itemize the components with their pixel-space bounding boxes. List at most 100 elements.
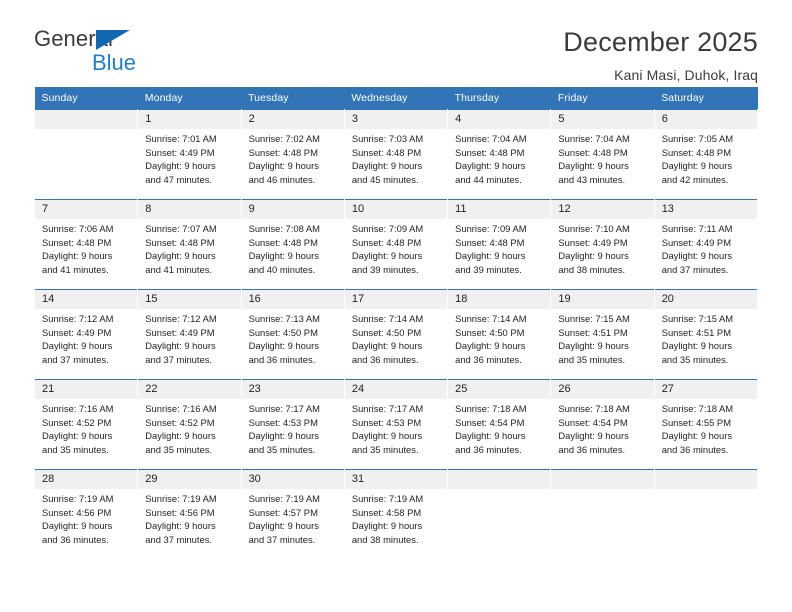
day-details: Sunrise: 7:18 AM Sunset: 4:54 PM Daylight:… (551, 399, 653, 456)
calendar-day-cell[interactable]: 31 Sunrise: 7:19 AM Sunset: 4:58 PM Dayligh… (343, 469, 449, 559)
daylight-text-line2: and 36 minutes. (42, 533, 109, 545)
calendar-day-cell[interactable]: 21 Sunrise: 7:16 AM Sunset: 4:52 PM Dayligh… (33, 379, 139, 470)
sunrise-text: Sunrise: 7:17 AM (248, 403, 320, 414)
calendar-day-cell[interactable]: 15 Sunrise: 7:12 AM Sunset: 4:49 PM Dayligh… (137, 289, 242, 380)
calendar-day-cell[interactable]: 20 Sunrise: 7:15 AM Sunset: 4:51 PM Dayligh… (653, 289, 759, 380)
page-title: December 2025 (563, 27, 758, 57)
sunset-text: Sunset: 4:52 PM (145, 416, 215, 428)
generalblue-logo[interactable]: General Blue (34, 28, 154, 76)
calendar-day-cell[interactable]: 29 Sunrise: 7:19 AM Sunset: 4:56 PM Dayligh… (137, 469, 242, 559)
day-number: 21 (35, 380, 138, 399)
daylight-text-line1: Daylight: 9 hours (661, 340, 733, 352)
sunrise-text: Sunrise: 7:08 AM (248, 223, 320, 234)
calendar-day-cell[interactable]: 8 Sunrise: 7:07 AM Sunset: 4:48 PM Daylight… (137, 199, 242, 290)
sunrise-text: Sunrise: 7:17 AM (351, 403, 424, 414)
day-number: 23 (241, 380, 344, 399)
day-number: 12 (551, 200, 654, 219)
sunset-text: Sunset: 4:48 PM (42, 236, 112, 248)
day-details: Sunrise: 7:05 AM Sunset: 4:48 PM Daylight:… (655, 129, 757, 186)
sunrise-text: Sunrise: 7:05 AM (661, 133, 734, 144)
calendar-day-cell[interactable]: 22 Sunrise: 7:16 AM Sunset: 4:52 PM Dayligh… (137, 379, 242, 470)
calendar-day-cell[interactable]: 14 Sunrise: 7:12 AM Sunset: 4:49 PM Dayligh… (33, 289, 139, 380)
daylight-text-line1: Daylight: 9 hours (455, 340, 526, 352)
daylight-text-line2: and 35 minutes. (248, 443, 316, 455)
calendar-day-cell[interactable]: 26 Sunrise: 7:18 AM Sunset: 4:54 PM Dayligh… (550, 379, 655, 470)
daylight-text-line2: and 44 minutes. (455, 173, 522, 185)
calendar-day-cell[interactable]: 23 Sunrise: 7:17 AM Sunset: 4:53 PM Dayligh… (240, 379, 345, 470)
sunrise-text: Sunrise: 7:02 AM (248, 133, 320, 144)
calendar-day-cell[interactable]: 3 Sunrise: 7:03 AM Sunset: 4:48 PM Daylight… (343, 109, 449, 200)
calendar-day-cell[interactable]: 24 Sunrise: 7:17 AM Sunset: 4:53 PM Dayligh… (343, 379, 449, 470)
calendar-day-cell[interactable]: 12 Sunrise: 7:10 AM Sunset: 4:49 PM Dayligh… (550, 199, 655, 290)
calendar-day-cell[interactable]: 2 Sunrise: 7:02 AM Sunset: 4:48 PM Daylight… (240, 109, 345, 200)
sunset-text: Sunset: 4:58 PM (351, 506, 422, 518)
page-header: General Blue December 2025 Kani Masi, Du… (0, 0, 792, 82)
sunrise-text: Sunrise: 7:14 AM (351, 313, 424, 324)
calendar-day-cell-empty (653, 469, 759, 559)
daylight-text-line1: Daylight: 9 hours (248, 160, 319, 172)
calendar-day-cell[interactable]: 1 Sunrise: 7:01 AM Sunset: 4:49 PM Daylight… (137, 109, 242, 200)
day-number: 4 (448, 110, 551, 129)
day-details: Sunrise: 7:19 AM Sunset: 4:56 PM Daylight:… (35, 489, 137, 546)
calendar-day-cell[interactable]: 28 Sunrise: 7:19 AM Sunset: 4:56 PM Dayligh… (33, 469, 139, 559)
day-details: Sunrise: 7:07 AM Sunset: 4:48 PM Daylight:… (138, 219, 240, 276)
sunset-text: Sunset: 4:53 PM (351, 416, 422, 428)
daylight-text-line2: and 36 minutes. (455, 353, 522, 365)
calendar-day-cell[interactable]: 30 Sunrise: 7:19 AM Sunset: 4:57 PM Dayligh… (240, 469, 345, 559)
day-details: Sunrise: 7:01 AM Sunset: 4:49 PM Daylight:… (138, 129, 240, 186)
calendar-day-cell[interactable]: 10 Sunrise: 7:09 AM Sunset: 4:48 PM Dayligh… (343, 199, 449, 290)
day-details: Sunrise: 7:18 AM Sunset: 4:55 PM Daylight:… (655, 399, 757, 456)
day-details: Sunrise: 7:14 AM Sunset: 4:50 PM Daylight:… (448, 309, 550, 366)
calendar-day-cell[interactable]: 9 Sunrise: 7:08 AM Sunset: 4:48 PM Daylight… (240, 199, 345, 290)
daylight-text-line2: and 38 minutes. (558, 263, 626, 275)
calendar-day-cell[interactable]: 19 Sunrise: 7:15 AM Sunset: 4:51 PM Dayligh… (550, 289, 655, 380)
calendar-day-cell[interactable]: 6 Sunrise: 7:05 AM Sunset: 4:48 PM Daylight… (653, 109, 759, 200)
daylight-text-line1: Daylight: 9 hours (351, 160, 423, 172)
daylight-text-line2: and 36 minutes. (351, 353, 419, 365)
calendar-week-row: 7 Sunrise: 7:06 AM Sunset: 4:48 PM Daylight… (33, 199, 759, 290)
weekday-header-sunday: Sunday (34, 87, 138, 110)
day-details: Sunrise: 7:15 AM Sunset: 4:51 PM Daylight:… (551, 309, 653, 366)
calendar-day-cell[interactable]: 27 Sunrise: 7:18 AM Sunset: 4:55 PM Dayligh… (653, 379, 759, 470)
daylight-text-line2: and 37 minutes. (145, 353, 212, 365)
day-details: Sunrise: 7:12 AM Sunset: 4:49 PM Daylight:… (35, 309, 137, 366)
sunrise-text: Sunrise: 7:19 AM (42, 493, 114, 504)
calendar-day-cell[interactable]: 4 Sunrise: 7:04 AM Sunset: 4:48 PM Daylight… (447, 109, 552, 200)
sunrise-text: Sunrise: 7:18 AM (661, 403, 734, 414)
calendar-day-cell[interactable]: 25 Sunrise: 7:18 AM Sunset: 4:54 PM Dayligh… (447, 379, 552, 470)
weekday-header-friday: Friday (550, 87, 655, 110)
sunrise-text: Sunrise: 7:15 AM (558, 313, 630, 324)
day-details: Sunrise: 7:11 AM Sunset: 4:49 PM Daylight:… (655, 219, 757, 276)
sunset-text: Sunset: 4:51 PM (558, 326, 628, 338)
sunrise-text: Sunrise: 7:18 AM (455, 403, 527, 414)
sunrise-text: Sunrise: 7:19 AM (351, 493, 424, 504)
sunrise-text: Sunrise: 7:03 AM (351, 133, 424, 144)
calendar-day-cell[interactable]: 16 Sunrise: 7:13 AM Sunset: 4:50 PM Dayligh… (240, 289, 345, 380)
daylight-text-line1: Daylight: 9 hours (351, 430, 423, 442)
daylight-text-line2: and 46 minutes. (248, 173, 316, 185)
day-details: Sunrise: 7:15 AM Sunset: 4:51 PM Daylight:… (655, 309, 757, 366)
sunrise-text: Sunrise: 7:14 AM (455, 313, 527, 324)
day-details: Sunrise: 7:16 AM Sunset: 4:52 PM Daylight:… (35, 399, 137, 456)
sunset-text: Sunset: 4:49 PM (42, 326, 112, 338)
calendar-day-cell[interactable]: 5 Sunrise: 7:04 AM Sunset: 4:48 PM Daylight… (550, 109, 655, 200)
calendar-day-cell[interactable]: 17 Sunrise: 7:14 AM Sunset: 4:50 PM Dayligh… (343, 289, 449, 380)
day-number: 17 (344, 290, 448, 309)
daylight-text-line1: Daylight: 9 hours (455, 430, 526, 442)
weekday-header-thursday: Thursday (447, 87, 551, 110)
day-number: 19 (551, 290, 654, 309)
weekday-header-monday: Monday (137, 87, 242, 110)
daylight-text-line2: and 37 minutes. (248, 533, 316, 545)
calendar-day-cell[interactable]: 7 Sunrise: 7:06 AM Sunset: 4:48 PM Daylight… (33, 199, 139, 290)
day-number: 13 (654, 200, 757, 219)
daylight-text-line1: Daylight: 9 hours (42, 430, 113, 442)
day-number: 25 (448, 380, 551, 399)
daylight-text-line1: Daylight: 9 hours (661, 250, 733, 262)
calendar-day-cell[interactable]: 18 Sunrise: 7:14 AM Sunset: 4:50 PM Dayligh… (447, 289, 552, 380)
calendar-day-cell[interactable]: 13 Sunrise: 7:11 AM Sunset: 4:49 PM Dayligh… (653, 199, 759, 290)
day-number: 18 (448, 290, 551, 309)
sunrise-text: Sunrise: 7:15 AM (661, 313, 734, 324)
calendar-day-cell[interactable]: 11 Sunrise: 7:09 AM Sunset: 4:48 PM Dayligh… (447, 199, 552, 290)
daylight-text-line2: and 39 minutes. (455, 263, 522, 275)
daylight-text-line1: Daylight: 9 hours (42, 250, 113, 262)
